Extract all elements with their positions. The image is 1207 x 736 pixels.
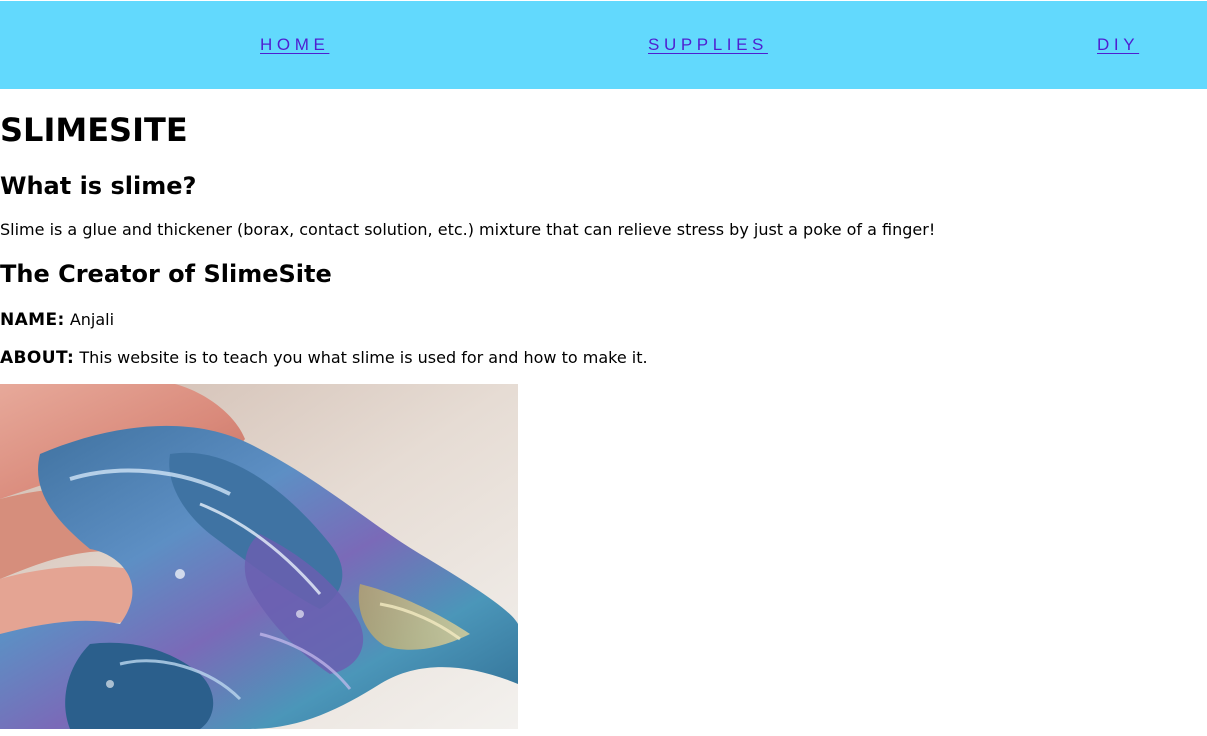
creator-heading: The Creator of SlimeSite [0,260,332,288]
site-title: SLIMESITE [0,111,188,149]
nav-link-diy[interactable]: DIY [1097,35,1139,55]
nav-link-supplies[interactable]: SUPPLIES [648,35,768,55]
name-value: Anjali [69,310,115,329]
nav-link-home[interactable]: HOME [260,35,329,55]
slime-photo [0,384,518,729]
top-navigation-bar: HOME SUPPLIES DIY [0,1,1207,89]
about-value: This website is to teach you what slime … [79,348,648,367]
creator-about-line: ABOUT: This website is to teach you what… [0,348,648,368]
what-is-slime-heading: What is slime? [0,172,197,200]
about-label: ABOUT: [0,348,75,368]
creator-name-line: NAME: Anjali [0,310,114,330]
slime-description: Slime is a glue and thickener (borax, co… [0,220,936,239]
name-label: NAME: [0,310,65,330]
